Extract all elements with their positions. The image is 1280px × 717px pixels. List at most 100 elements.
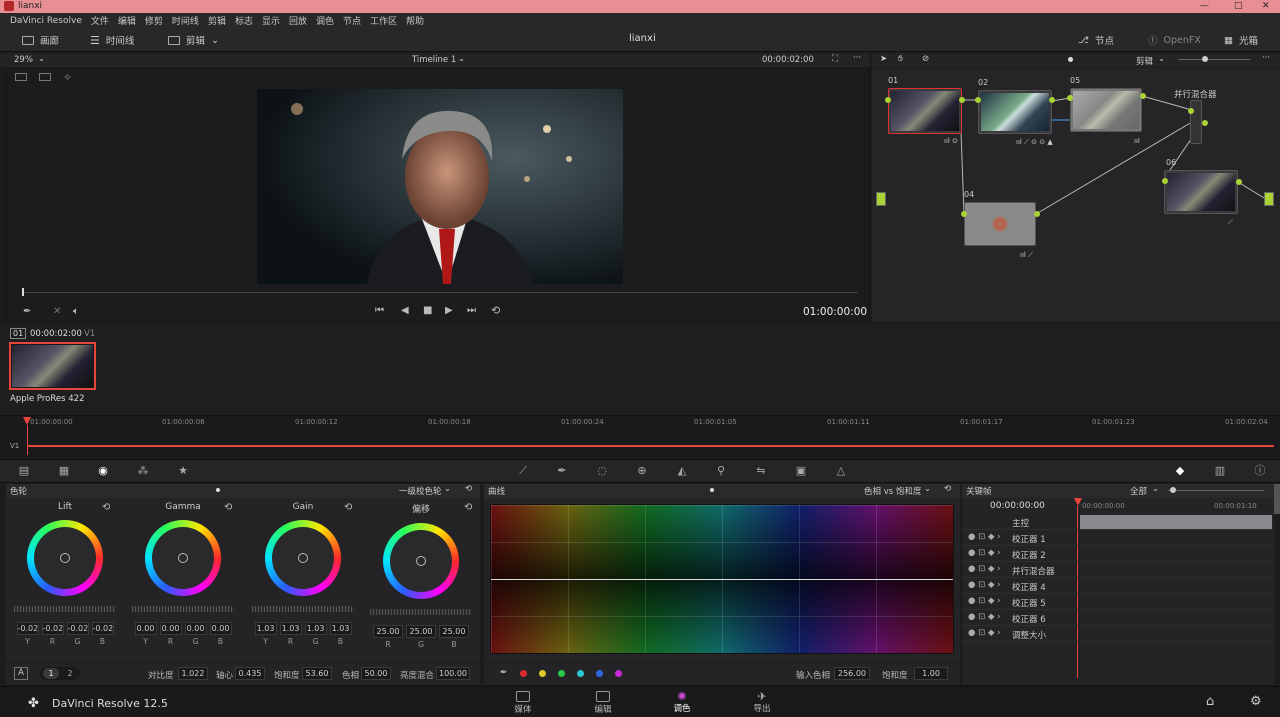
blue-swatch[interactable] (596, 670, 603, 677)
node-04[interactable] (964, 202, 1036, 246)
page-deliver-button[interactable]: ✈ 导出 (747, 691, 777, 714)
scrubber-playhead[interactable] (22, 288, 24, 296)
gamma-b-value[interactable]: 0.00 (209, 622, 232, 635)
menu-mark[interactable]: 标志 (235, 14, 253, 27)
row-controls-icon[interactable]: ● ⊡ ◆ › (968, 612, 1001, 622)
lift-wheel[interactable] (27, 520, 103, 596)
page-2-button[interactable]: 2 (63, 668, 77, 679)
scrubber-track[interactable] (23, 292, 858, 293)
keyframe-row[interactable]: ● ⊡ ◆ › 校正器 1 (962, 530, 1274, 546)
clip-thumbnail[interactable] (9, 342, 96, 390)
node-06[interactable] (1164, 170, 1238, 214)
row-controls-icon[interactable]: ● ⊡ ◆ › (968, 580, 1001, 590)
connector-dot[interactable] (1049, 97, 1055, 103)
offset-g-value[interactable]: 25.00 (406, 625, 436, 638)
lift-r-value[interactable]: -0.02 (41, 622, 64, 635)
zoom-slider[interactable] (1178, 59, 1250, 60)
page-1-button[interactable]: 1 (43, 668, 59, 679)
menu-color[interactable]: 调色 (316, 14, 334, 27)
zoom-select[interactable]: 29% (14, 55, 33, 65)
maximize-button[interactable]: □ (1234, 0, 1243, 13)
gamma-g-value[interactable]: 0.00 (184, 622, 207, 635)
gain-master-slider[interactable] (252, 606, 354, 612)
picker-icon[interactable]: ✒ (500, 668, 508, 678)
window-icon[interactable]: ◌ (596, 465, 608, 477)
skip-back-icon[interactable]: ⏮︎ (375, 305, 384, 316)
info-icon[interactable]: ⓘ (1254, 465, 1266, 477)
keyframe-zoom-handle[interactable] (1170, 487, 1176, 493)
curve-line[interactable] (491, 579, 953, 580)
home-icon[interactable]: ⌂ (1206, 694, 1214, 709)
node-05[interactable] (1070, 88, 1142, 132)
bypass-icon[interactable]: ⊘ (922, 54, 929, 64)
loop-icon[interactable]: ⟲ (491, 304, 500, 317)
curves-mode-select[interactable]: 色相 vs 饱和度 (864, 485, 921, 497)
rgb-mixer-icon[interactable]: ⁂ (137, 465, 149, 477)
row-controls-icon[interactable]: ● ⊡ ◆ › (968, 532, 1001, 542)
connector-dot[interactable] (1236, 179, 1242, 185)
yellow-swatch[interactable] (539, 670, 546, 677)
magenta-swatch[interactable] (615, 670, 622, 677)
menu-clip[interactable]: 剪辑 (208, 14, 226, 27)
keyframe-playhead[interactable] (1074, 498, 1082, 506)
menu-timeline[interactable]: 时间线 (172, 14, 199, 27)
lightbox-button[interactable]: ▦ 光箱 (1224, 33, 1258, 48)
volume-icon[interactable]: 🔈︎ (73, 306, 79, 317)
gamma-r-value[interactable]: 0.00 (159, 622, 182, 635)
menu-trim[interactable]: 修剪 (145, 14, 163, 27)
connector-dot[interactable] (1067, 95, 1073, 101)
more-options-icon[interactable]: ··· (1262, 53, 1270, 63)
row-controls-icon[interactable]: ● ⊡ ◆ › (968, 628, 1001, 638)
node-mode-select[interactable]: 剪辑 (1136, 55, 1153, 67)
red-swatch[interactable] (520, 670, 527, 677)
lum-mix-value[interactable]: 100.00 (436, 667, 470, 680)
zoom-slider-handle[interactable] (1202, 56, 1208, 62)
wheels-mode-select[interactable]: 一级校色轮 (399, 485, 442, 497)
gamma-y-value[interactable]: 0.00 (134, 622, 157, 635)
gain-r-value[interactable]: 1.03 (279, 622, 302, 635)
reset-icon[interactable]: ⟲ (465, 484, 472, 494)
menu-workspace[interactable]: 工作区 (370, 14, 397, 27)
fx-pyramid-icon[interactable]: △ (835, 465, 847, 477)
keyframe-zoom-slider[interactable] (1168, 490, 1264, 491)
saturation-value[interactable]: 53.60 (302, 667, 332, 680)
page-edit-button[interactable]: 编辑 (588, 691, 618, 715)
single-view-icon[interactable] (15, 73, 27, 81)
node-01[interactable] (888, 88, 962, 134)
tracker-icon[interactable]: ⊕ (636, 465, 648, 477)
offset-r-value[interactable]: 25.00 (373, 625, 403, 638)
magic-wand-icon[interactable]: ✧ (63, 71, 72, 84)
source-input[interactable] (876, 192, 886, 206)
page-dot[interactable] (216, 488, 220, 492)
lift-master-slider[interactable] (14, 606, 116, 612)
reset-icon[interactable]: ⟲ (464, 502, 472, 513)
gain-wheel[interactable] (265, 520, 341, 596)
reset-icon[interactable]: ⟲ (224, 502, 232, 513)
connector-dot[interactable] (959, 97, 965, 103)
offset-wheel[interactable] (383, 523, 459, 599)
resize-icon[interactable]: ⇋ (755, 465, 767, 477)
clips-button[interactable]: 剪辑 ⌄ (168, 33, 219, 47)
lift-y-value[interactable]: -0.02 (16, 622, 39, 635)
pivot-value[interactable]: 0.435 (235, 667, 265, 680)
connector-dot[interactable] (885, 97, 891, 103)
row-controls-icon[interactable]: ● ⊡ ◆ › (968, 548, 1001, 558)
keyframe-row[interactable]: ● ⊡ ◆ › 并行混合器 (962, 562, 1274, 578)
gamma-wheel[interactable] (145, 520, 221, 596)
highlight-icon[interactable]: ✕ (53, 306, 61, 317)
offset-b-value[interactable]: 25.00 (439, 625, 469, 638)
hue-sat-curve-graph[interactable] (490, 504, 954, 654)
page-dot[interactable] (1068, 57, 1073, 62)
menu-playback[interactable]: 回放 (289, 14, 307, 27)
page-color-button[interactable]: ✺ 调色 (667, 691, 697, 714)
skip-forward-icon[interactable]: ⏭︎ (467, 305, 476, 316)
key-icon[interactable]: ⚲ (715, 465, 727, 477)
contrast-value[interactable]: 1.022 (178, 667, 208, 680)
row-controls-icon[interactable]: ● ⊡ ◆ › (968, 596, 1001, 606)
scopes-icon[interactable]: ▥ (1214, 465, 1226, 477)
connector-dot[interactable] (1034, 211, 1040, 217)
play-reverse-icon[interactable]: ◀ (401, 305, 409, 316)
settings-gear-icon[interactable]: ⚙ (1250, 694, 1262, 709)
gain-y-value[interactable]: 1.03 (254, 622, 277, 635)
split-view-icon[interactable] (39, 73, 51, 81)
